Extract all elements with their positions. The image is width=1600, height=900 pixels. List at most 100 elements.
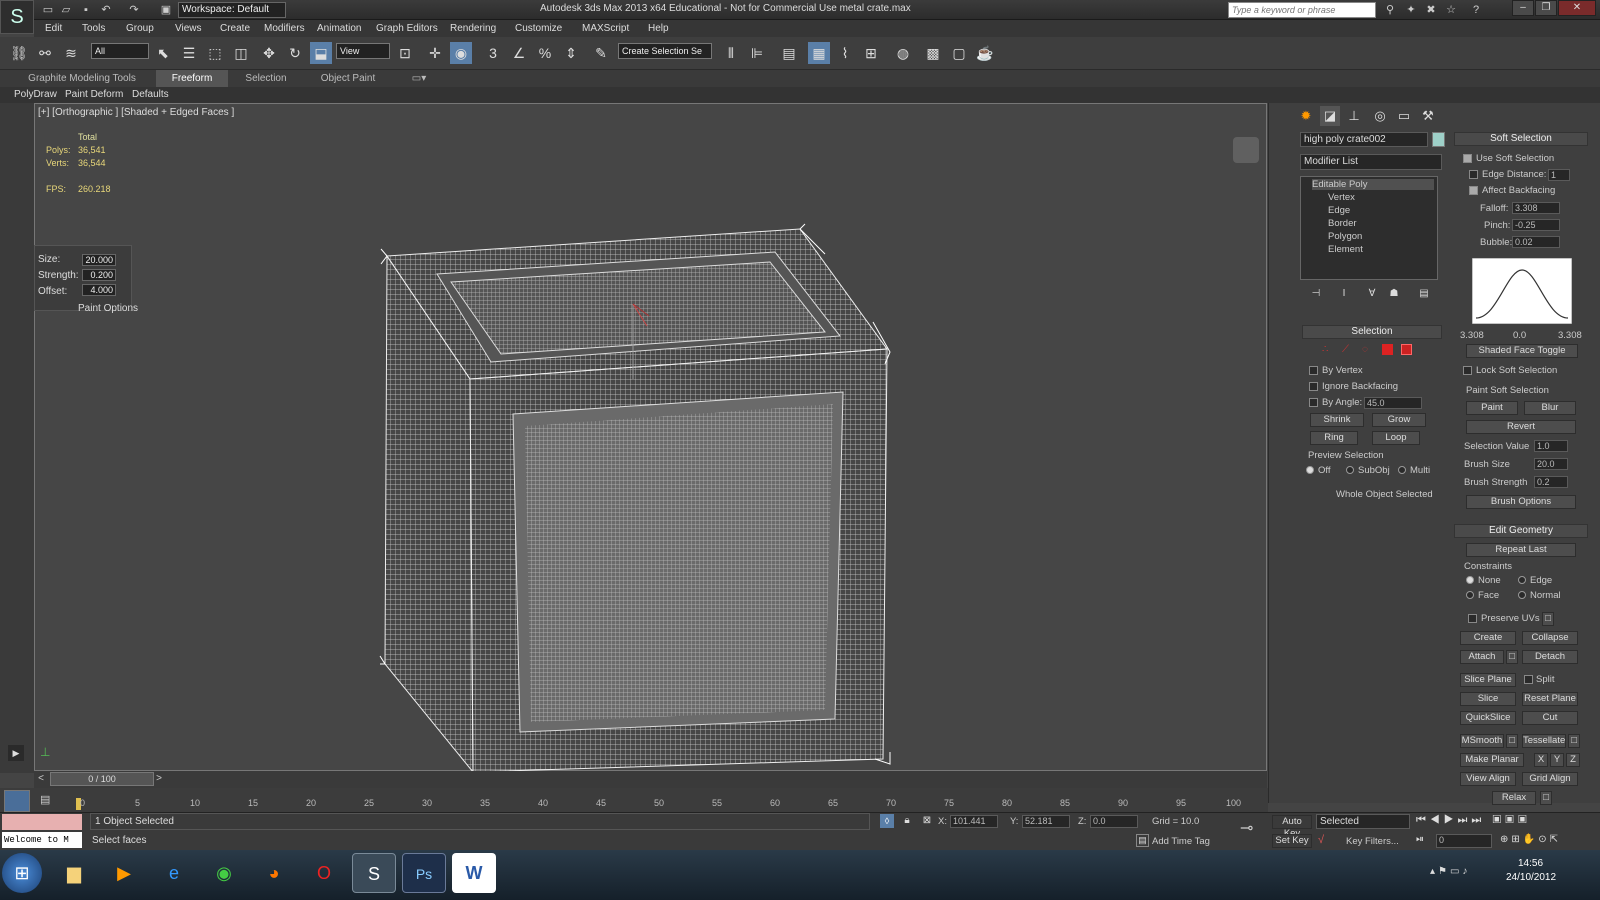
make-planar-button[interactable]: Make Planar xyxy=(1460,753,1524,767)
object-name-field[interactable]: high poly crate002 xyxy=(1300,132,1428,147)
stack-edge[interactable]: Edge xyxy=(1328,205,1350,216)
menu-maxscript[interactable]: MAXScript xyxy=(582,20,629,37)
close-button[interactable]: ✕ xyxy=(1558,0,1596,16)
track-bar-filter-icon[interactable]: ▤ xyxy=(40,793,58,809)
constraint-edge-radio[interactable] xyxy=(1518,576,1526,584)
edge-distance-checkbox[interactable] xyxy=(1469,170,1478,179)
offset-spinner[interactable]: 4.000 xyxy=(82,284,116,296)
key-filters-button[interactable]: Key Filters... xyxy=(1346,836,1399,847)
3ds-max-taskbar-icon[interactable]: S xyxy=(352,853,396,893)
viewport[interactable] xyxy=(34,103,1267,772)
msmooth-settings-icon[interactable]: □ xyxy=(1506,734,1518,748)
key-mode-toggle-icon[interactable]: ⏯ xyxy=(1416,834,1430,848)
time-tag-icon[interactable]: ▤ xyxy=(1136,834,1149,847)
rotate-icon[interactable]: ↻ xyxy=(284,42,306,64)
preview-multi-radio[interactable] xyxy=(1398,466,1406,474)
tessellate-settings-icon[interactable]: □ xyxy=(1568,734,1580,748)
configure-sets-icon[interactable]: ▤ xyxy=(1414,284,1434,304)
schematic-view-icon[interactable]: ⊞ xyxy=(860,42,882,64)
layer-explorer-icon[interactable]: ▤ xyxy=(778,42,800,64)
curve-editor-icon[interactable]: ⌇ xyxy=(834,42,856,64)
ribbon-options-icon[interactable]: ▭▾ xyxy=(408,70,430,87)
favorites-icon[interactable]: ☆ xyxy=(1443,2,1459,18)
maxscript-output[interactable]: Welcome to M xyxy=(2,832,82,848)
bubble-spinner[interactable]: 0.02 xyxy=(1512,236,1560,248)
panel-polydraw[interactable]: PolyDraw xyxy=(14,87,57,103)
selection-filter-dropdown[interactable]: All xyxy=(91,43,149,59)
menu-tools[interactable]: Tools xyxy=(82,20,105,37)
element-mode-icon[interactable] xyxy=(1401,344,1412,355)
lock-soft-selection-checkbox[interactable] xyxy=(1463,366,1472,375)
edge-mode-icon[interactable]: ⟋ xyxy=(1342,344,1354,356)
modify-tab-icon[interactable]: ◪ xyxy=(1320,106,1340,126)
select-by-name-icon[interactable]: ☰ xyxy=(178,42,200,64)
grid-align-button[interactable]: Grid Align xyxy=(1522,772,1578,786)
attach-button[interactable]: Attach xyxy=(1460,650,1504,664)
playback-controls[interactable]: ⏮◀▶⏭⏭ ▣▣▣ xyxy=(1416,814,1588,830)
rendered-frame-icon[interactable]: ▢ xyxy=(948,42,970,64)
select-manipulate-icon[interactable]: ✛ xyxy=(424,42,446,64)
graphite-toggle-icon[interactable]: ▦ xyxy=(808,42,830,64)
constraint-face-radio[interactable] xyxy=(1466,591,1474,599)
cut-button[interactable]: Cut xyxy=(1522,711,1578,725)
planar-y-button[interactable]: Y xyxy=(1550,753,1564,767)
object-color-swatch[interactable] xyxy=(1432,132,1445,147)
soft-selection-rollout-header[interactable]: Soft Selection xyxy=(1454,132,1588,146)
scale-icon[interactable]: ⬓ xyxy=(310,42,332,64)
quickslice-button[interactable]: QuickSlice xyxy=(1460,711,1516,725)
rectangular-selection-icon[interactable]: ⬚ xyxy=(204,42,226,64)
stack-element[interactable]: Element xyxy=(1328,244,1363,255)
redo-icon[interactable]: ↷ xyxy=(126,2,142,18)
keyboard-shortcut-toggle-icon[interactable]: ◉ xyxy=(450,42,472,64)
set-key-icon[interactable]: √ xyxy=(1318,834,1334,848)
size-spinner[interactable]: 20.000 xyxy=(82,254,116,266)
pin-stack-icon[interactable]: ⊣ xyxy=(1306,284,1326,304)
detach-button[interactable]: Detach xyxy=(1522,650,1578,664)
tab-freeform[interactable]: Freeform xyxy=(156,70,228,87)
make-unique-icon[interactable]: ∀ xyxy=(1362,284,1382,304)
tessellate-button[interactable]: Tessellate xyxy=(1522,734,1566,748)
utilities-tab-icon[interactable]: ⚒ xyxy=(1418,106,1438,126)
paint-button[interactable]: Paint xyxy=(1466,401,1518,415)
collapse-button[interactable]: Collapse xyxy=(1522,631,1578,645)
z-coordinate-field[interactable]: 0.0 xyxy=(1090,815,1138,828)
system-tray-icons[interactable]: ▴⚑▭♪ xyxy=(1430,866,1486,882)
angle-spinner[interactable]: 45.0 xyxy=(1364,397,1422,409)
material-editor-icon[interactable]: ◍ xyxy=(892,42,914,64)
menu-create[interactable]: Create xyxy=(220,20,250,37)
view-align-button[interactable]: View Align xyxy=(1460,772,1516,786)
menu-customize[interactable]: Customize xyxy=(515,20,562,37)
move-icon[interactable]: ✥ xyxy=(258,42,280,64)
brush-options-button[interactable]: Brush Options xyxy=(1466,495,1576,509)
select-object-icon[interactable]: ⬉ xyxy=(152,42,174,64)
polygon-mode-icon[interactable] xyxy=(1382,344,1393,355)
revert-button[interactable]: Revert xyxy=(1466,420,1576,434)
app-logo-icon[interactable]: S xyxy=(0,0,34,34)
next-frame-icon[interactable]: > xyxy=(152,771,166,787)
save-icon[interactable]: ▪ xyxy=(78,2,94,18)
communication-icon[interactable]: ✖ xyxy=(1423,2,1439,18)
firefox-taskbar-icon[interactable]: ◕ xyxy=(252,853,296,893)
slice-button[interactable]: Slice xyxy=(1460,692,1516,706)
hierarchy-tab-icon[interactable]: ⊥ xyxy=(1344,106,1364,126)
word-taskbar-icon[interactable]: W xyxy=(452,853,496,893)
tab-selection[interactable]: Selection xyxy=(236,70,296,87)
open-file-icon[interactable]: ▱ xyxy=(58,2,74,18)
internet-explorer-taskbar-icon[interactable]: e xyxy=(152,853,196,893)
ignore-backfacing-checkbox[interactable] xyxy=(1309,382,1318,391)
auto-key-button[interactable]: Auto Key xyxy=(1272,815,1312,839)
media-player-taskbar-icon[interactable]: ▶ xyxy=(102,853,146,893)
by-vertex-checkbox[interactable] xyxy=(1309,366,1318,375)
render-setup-icon[interactable]: ▩ xyxy=(922,42,944,64)
attach-list-icon[interactable]: □ xyxy=(1506,650,1518,664)
msmooth-button[interactable]: MSmooth xyxy=(1460,734,1504,748)
split-checkbox[interactable] xyxy=(1524,675,1533,684)
loop-button[interactable]: Loop xyxy=(1372,431,1420,445)
shaded-face-toggle-button[interactable]: Shaded Face Toggle xyxy=(1466,344,1578,358)
ring-button[interactable]: Ring xyxy=(1310,431,1358,445)
by-angle-checkbox[interactable] xyxy=(1309,398,1318,407)
key-icon[interactable]: ⊸ xyxy=(1240,818,1262,844)
x-coordinate-field[interactable]: 101.441 xyxy=(950,815,998,828)
mirror-icon[interactable]: ⫴ xyxy=(720,42,742,64)
current-frame-field[interactable]: 0 xyxy=(1436,834,1492,848)
